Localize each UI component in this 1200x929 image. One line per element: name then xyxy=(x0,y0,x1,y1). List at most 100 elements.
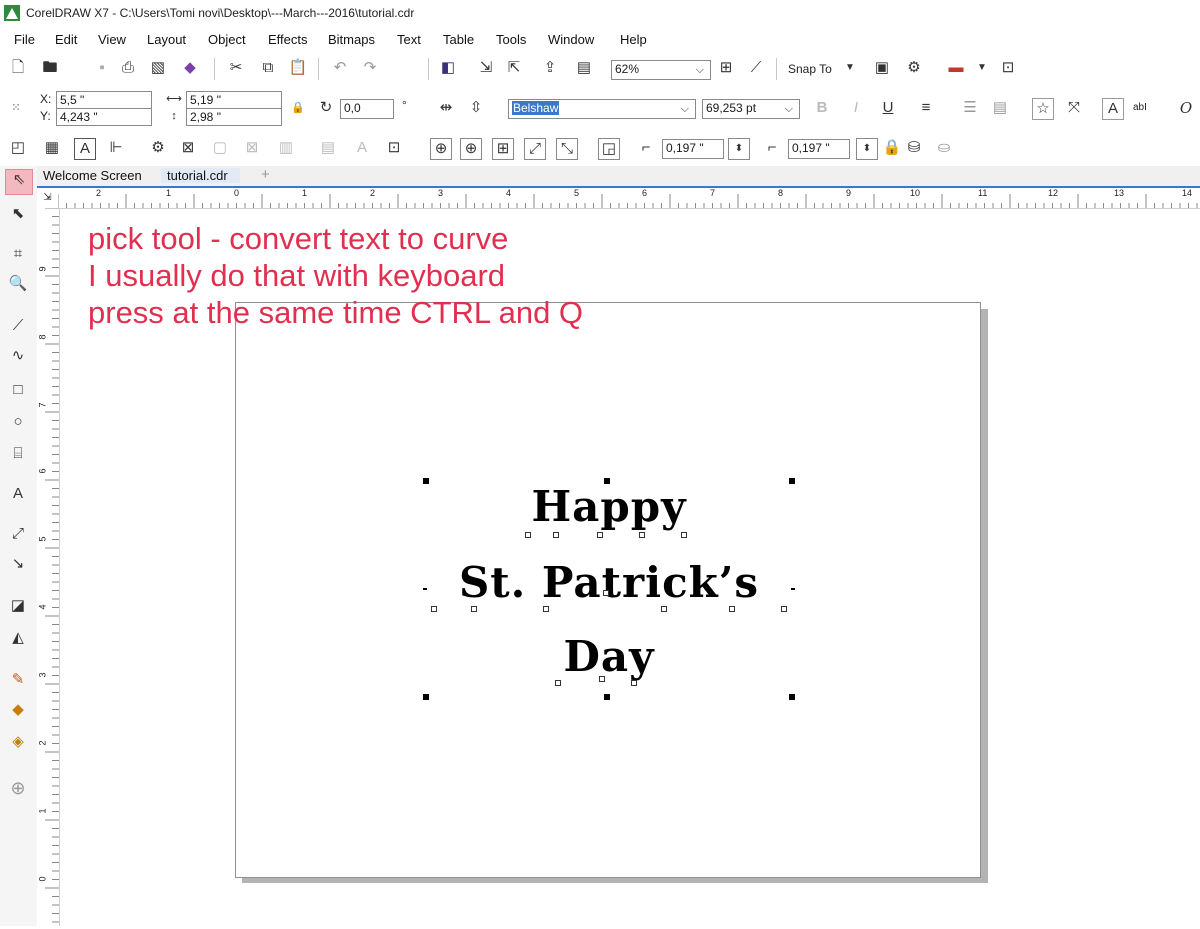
menu-tools[interactable]: Tools xyxy=(496,32,526,47)
character-formatting-icon[interactable]: ⤧ xyxy=(1064,98,1084,118)
menu-layout[interactable]: Layout xyxy=(147,32,186,47)
selected-text-object[interactable]: Happy St. Patrick’s Day xyxy=(423,478,795,700)
font-list-dropdown[interactable]: Belshaw xyxy=(508,99,696,119)
export-icon[interactable]: ◆ xyxy=(180,58,200,78)
nudge-distance-field[interactable]: 0,197 " xyxy=(662,139,724,159)
menu-text[interactable]: Text xyxy=(397,32,421,47)
tab-welcome-screen[interactable]: Welcome Screen xyxy=(43,168,142,183)
print-icon[interactable]: ⎙ xyxy=(118,58,138,78)
redo-icon[interactable]: ↷ xyxy=(360,58,380,78)
duplicate-distance-field[interactable]: 0,197 " xyxy=(788,139,850,159)
menu-effects[interactable]: Effects xyxy=(268,32,308,47)
reference-point-icon[interactable]: ⁙ xyxy=(6,98,26,118)
wrap-text-icon[interactable]: ⚙ xyxy=(148,138,168,158)
bullet-list-icon[interactable]: ☰ xyxy=(960,98,980,118)
ruler-origin-icon[interactable]: ⇲ xyxy=(37,188,58,209)
vertical-ruler[interactable]: 9 8 7 6 5 4 3 2 1 0 xyxy=(37,207,60,926)
transparency-tool-icon[interactable]: ◭ xyxy=(8,628,28,648)
interactive-fill-tool-icon[interactable]: ◆ xyxy=(8,700,28,720)
application-launcher-icon[interactable]: ▬ xyxy=(946,58,966,78)
text-tool-label[interactable]: abI xyxy=(1133,102,1147,113)
guidelines-icon[interactable]: ⊩ xyxy=(106,138,126,158)
eyedropper-tool-icon[interactable]: ✎ xyxy=(8,670,28,690)
artistic-media-tool-icon[interactable]: ∿ xyxy=(8,346,28,366)
columns-icon[interactable]: ▥ xyxy=(276,138,296,158)
mirror-horizontal-icon[interactable]: ⇹ xyxy=(436,98,456,118)
zoom-tool-icon[interactable]: 🔍 xyxy=(8,274,28,294)
chevron-down-icon-2[interactable]: ▼ xyxy=(972,58,992,78)
freehand-tool-icon[interactable]: ⟋ xyxy=(8,316,28,336)
mirror-vertical-icon[interactable]: ⇳ xyxy=(466,98,486,118)
align-center-icon[interactable]: ⊕ xyxy=(430,138,452,160)
tab-tutorial[interactable]: tutorial.cdr xyxy=(161,168,240,183)
width-field[interactable]: 5,19 " xyxy=(186,91,282,109)
ellipse-tool-icon[interactable]: ○ xyxy=(8,412,28,432)
close-object-icon[interactable]: ⊠ xyxy=(178,138,198,158)
cut-icon[interactable]: ✂ xyxy=(226,58,246,78)
lock-icon[interactable]: 🔒 xyxy=(882,138,902,158)
menu-help[interactable]: Help xyxy=(620,32,647,47)
text-align-icon[interactable]: ≡ xyxy=(916,98,936,118)
save-icon[interactable]: ▪ xyxy=(92,58,112,78)
dimension-tool-icon[interactable]: ⤢ xyxy=(8,524,28,544)
page-layout-icon[interactable]: ◰ xyxy=(8,138,28,158)
welcome-screen-icon[interactable]: ▣ xyxy=(872,58,892,78)
drop-cap-icon[interactable]: ▤ xyxy=(990,98,1010,118)
pick-tool-icon[interactable]: ⇖ xyxy=(5,169,33,195)
grid-icon[interactable]: ▦ xyxy=(42,138,62,158)
position-icon[interactable]: ◲ xyxy=(598,138,620,160)
artistic-text-icon[interactable]: A xyxy=(74,138,96,160)
menu-view[interactable]: View xyxy=(98,32,126,47)
disabled-x-icon[interactable]: ⊠ xyxy=(242,138,262,158)
full-screen-icon[interactable]: ⊞ xyxy=(716,58,736,78)
lock-ratio-icon[interactable]: 🔒 xyxy=(288,98,308,118)
smart-fill-tool-icon[interactable]: ◈ xyxy=(8,732,28,752)
crop-tool-icon[interactable]: ⌗ xyxy=(8,244,28,264)
y-position-field[interactable]: 4,243 " xyxy=(56,108,152,126)
align-middle-icon[interactable]: ⊕ xyxy=(460,138,482,160)
rulers-icon[interactable]: ⟋ xyxy=(746,58,766,78)
options-icon[interactable]: ⚙ xyxy=(904,58,924,78)
transform-icon[interactable]: ⤢ xyxy=(524,138,546,160)
import-icon-2[interactable]: ⇲ xyxy=(476,58,496,78)
shape-tool-icon[interactable]: ⬉ xyxy=(8,204,28,224)
group-icon[interactable]: ⛁ xyxy=(904,138,924,158)
export-icon-2[interactable]: ⇱ xyxy=(504,58,524,78)
distribute-icon[interactable]: ⊞ xyxy=(492,138,514,160)
menu-window[interactable]: Window xyxy=(548,32,594,47)
horizontal-ruler[interactable]: 2 1 0 1 2 3 4 5 6 7 8 9 10 11 12 13 14 xyxy=(57,188,1200,209)
import-icon[interactable]: ▧ xyxy=(148,58,168,78)
zoom-level-dropdown[interactable]: 62% xyxy=(611,60,711,80)
open-folder-icon[interactable]: 🖿 xyxy=(40,58,60,78)
bold-icon[interactable]: B xyxy=(812,98,832,118)
undo-icon[interactable]: ↶ xyxy=(330,58,350,78)
selection-handle[interactable] xyxy=(604,694,610,700)
drop-shadow-tool-icon[interactable]: ◪ xyxy=(8,596,28,616)
add-tab-icon[interactable]: + xyxy=(261,166,270,183)
rotation-field[interactable]: 0,0 xyxy=(340,99,394,119)
add-tool-icon[interactable]: ⊕ xyxy=(8,778,28,798)
selection-handle[interactable] xyxy=(789,694,795,700)
underline-icon[interactable]: U xyxy=(878,98,898,118)
search-content-icon[interactable]: ◧ xyxy=(438,58,458,78)
opentype-icon[interactable]: O xyxy=(1176,98,1196,118)
scale-icon[interactable]: ⤡ xyxy=(556,138,578,160)
height-field[interactable]: 2,98 " xyxy=(186,108,282,126)
nudge-spinner-icon[interactable]: ⬍ xyxy=(728,138,750,160)
favorite-star-icon[interactable]: ☆ xyxy=(1032,98,1054,120)
publish-icon[interactable]: ⇪ xyxy=(540,58,560,78)
text-frame-icon[interactable]: ▢ xyxy=(210,138,230,158)
paragraph-frame-icon[interactable]: ▤ xyxy=(318,138,338,158)
menu-bitmaps[interactable]: Bitmaps xyxy=(328,32,375,47)
snap-to-dropdown[interactable]: Snap To xyxy=(788,62,832,76)
duplicate-spinner-icon[interactable]: ⬍ xyxy=(856,138,878,160)
corel-connect-icon[interactable]: ⊡ xyxy=(998,58,1018,78)
copy-icon[interactable]: ⧉ xyxy=(258,58,278,78)
new-document-icon[interactable]: 🗋 xyxy=(8,58,28,78)
selection-handle[interactable] xyxy=(423,694,429,700)
paste-icon[interactable]: 📋 xyxy=(288,58,308,78)
menu-edit[interactable]: Edit xyxy=(55,32,77,47)
menu-object[interactable]: Object xyxy=(208,32,246,47)
italic-icon[interactable]: I xyxy=(846,98,866,118)
menu-table[interactable]: Table xyxy=(443,32,474,47)
